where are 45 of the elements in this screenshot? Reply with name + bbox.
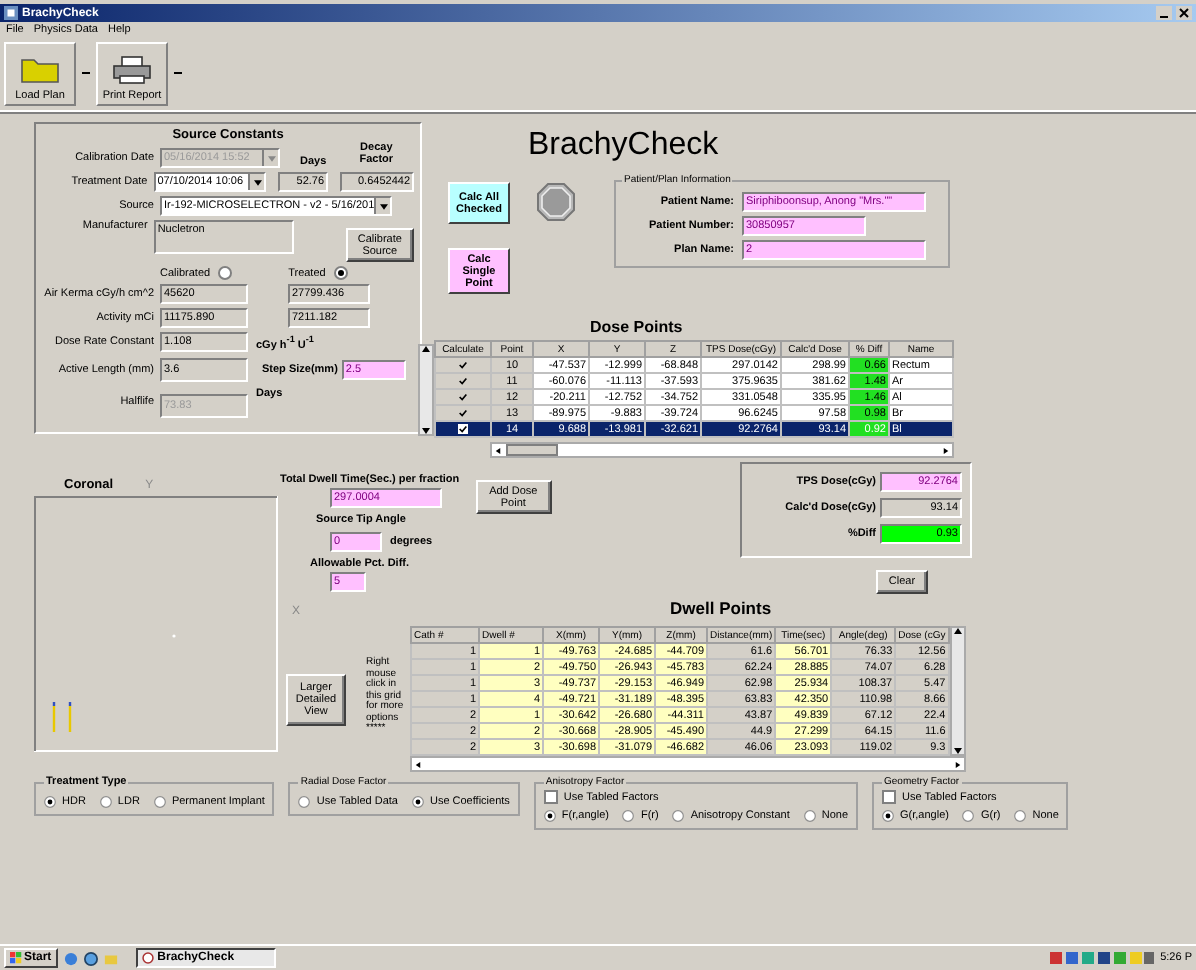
checkbox[interactable] bbox=[458, 359, 468, 370]
radio-button[interactable] bbox=[962, 810, 975, 822]
radio-button[interactable] bbox=[622, 810, 635, 822]
app-icon bbox=[4, 6, 18, 20]
down-arrow-icon[interactable] bbox=[422, 428, 430, 434]
radio-button[interactable] bbox=[333, 266, 348, 280]
close-icon[interactable] bbox=[1176, 6, 1192, 20]
scrollbar[interactable] bbox=[410, 756, 966, 772]
scrollbar[interactable] bbox=[490, 442, 954, 458]
tray-icons-drawing bbox=[1050, 950, 1155, 966]
printer-icon bbox=[112, 56, 152, 84]
windows-flag-icon bbox=[10, 952, 22, 964]
radio-button[interactable] bbox=[1014, 810, 1027, 822]
stop-icon bbox=[536, 182, 576, 222]
radio-button[interactable] bbox=[803, 810, 816, 822]
app-icon bbox=[141, 952, 154, 964]
checkbox[interactable] bbox=[458, 391, 468, 402]
down-arrow-icon[interactable] bbox=[953, 748, 962, 754]
radio-button[interactable] bbox=[672, 810, 685, 822]
checkbox[interactable] bbox=[882, 790, 897, 804]
up-arrow-icon[interactable] bbox=[422, 346, 430, 352]
right-arrow-icon[interactable] bbox=[953, 761, 962, 767]
checkbox[interactable] bbox=[458, 407, 468, 418]
checkbox[interactable] bbox=[543, 790, 558, 804]
radio-button[interactable] bbox=[411, 796, 424, 808]
radio-button[interactable] bbox=[882, 810, 895, 822]
scrollbar-thumb[interactable] bbox=[506, 444, 558, 456]
left-arrow-icon[interactable] bbox=[414, 761, 422, 767]
section-title: Dwell Points bbox=[670, 598, 772, 618]
radio-button[interactable] bbox=[543, 810, 556, 822]
radio-button[interactable] bbox=[298, 796, 311, 808]
radio-button[interactable] bbox=[218, 266, 233, 280]
checkbox[interactable] bbox=[458, 375, 468, 386]
right-arrow-icon[interactable] bbox=[942, 447, 950, 453]
minimize-icon[interactable] bbox=[1156, 6, 1172, 20]
up-arrow-icon[interactable] bbox=[953, 628, 962, 634]
section-title: Dose Points bbox=[590, 318, 685, 336]
radio-button[interactable] bbox=[153, 796, 166, 808]
left-arrow-icon[interactable] bbox=[494, 447, 502, 453]
stop-button[interactable] bbox=[536, 182, 580, 222]
radio-button[interactable] bbox=[44, 796, 56, 808]
scrollbar[interactable] bbox=[418, 344, 434, 436]
app-title: BrachyCheck bbox=[528, 128, 721, 164]
checkbox[interactable] bbox=[458, 423, 468, 434]
radio-button[interactable] bbox=[99, 796, 112, 808]
